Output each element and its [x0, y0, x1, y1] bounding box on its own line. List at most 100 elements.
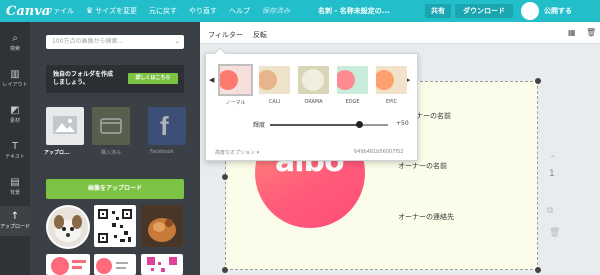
transparency-icon[interactable]: ▦ [568, 28, 576, 37]
menu-help[interactable]: ヘルプ [229, 6, 250, 16]
brightness-slider-knob[interactable] [355, 121, 363, 128]
layout-icon: ▥ [10, 69, 20, 80]
filter-cali-preview [259, 66, 290, 94]
facebook-icon: f [160, 111, 169, 141]
folder-promo: 独自のフォルダを作成 しましょう。 詳しくはこちら [46, 65, 184, 93]
resize-handle-tr[interactable] [535, 78, 541, 84]
filter-drama[interactable] [298, 66, 329, 94]
filter-epic[interactable] [376, 66, 407, 94]
menu-undo[interactable]: 元に戻す [149, 6, 177, 16]
pink-qr-image [147, 257, 177, 272]
brightness-value: +50 [396, 120, 409, 127]
tile-facebook-label: Facebook [150, 149, 174, 155]
owner-contact-text[interactable]: オーナーの連絡先 [398, 212, 454, 222]
uploaded-image-aibo-logo[interactable] [46, 254, 90, 275]
background-icon: ▤ [10, 177, 20, 188]
tile-purchased-label: 購入済み [101, 150, 122, 156]
owner-name-text-2[interactable]: オーナーの名前 [398, 161, 447, 171]
image-search-input[interactable]: 100万点の画像から検索... ⌄ [46, 35, 184, 49]
advanced-options-toggle[interactable]: 高度なオプション ▾ [215, 149, 259, 156]
caret-down-icon: ▾ [256, 150, 260, 156]
aibo-logo-thumb [51, 257, 86, 275]
menu-redo[interactable]: やり直す [189, 6, 217, 16]
share-button[interactable]: 共有 [425, 4, 451, 18]
chevron-left-icon[interactable]: ◀ [209, 76, 214, 84]
flip-button[interactable]: 反転 [253, 30, 267, 40]
nav-upload[interactable]: ↑ アップロード [0, 206, 30, 236]
nav-text[interactable]: T テキスト [0, 136, 30, 166]
filter-cali-label: CALI [268, 99, 281, 105]
filter-normal[interactable] [218, 64, 253, 96]
filter-edge-label: EDGE [345, 99, 360, 105]
duplicate-icon[interactable]: ⧉ [547, 206, 553, 216]
publish-button[interactable]: 公開する [544, 6, 572, 16]
crown-icon: ♛ [86, 6, 94, 15]
filter-popup: ◀ ▶ ノーマル CALI DRAMA EDGE EPIC 輝度 +50 高度な… [205, 47, 418, 161]
image-toolbar: フィルター 反転 ▦ 🗑 [200, 22, 600, 44]
popup-arrow [214, 47, 226, 59]
resize-handle-br[interactable] [535, 267, 541, 273]
uploaded-image-qr[interactable] [94, 205, 136, 247]
resize-handle-left[interactable] [222, 174, 228, 180]
promo-line-2: しましょう。 [53, 79, 89, 86]
filter-edge-preview [337, 66, 368, 94]
filter-epic-preview [376, 66, 407, 94]
resize-handle-bl[interactable] [222, 267, 228, 273]
uploaded-image-dog[interactable] [46, 205, 90, 249]
filter-button[interactable]: フィルター [208, 30, 243, 40]
filter-normal-label: ノーマル [225, 100, 246, 106]
uploaded-image-aibo-logo-2[interactable] [94, 254, 136, 275]
advanced-options-label: 高度なオプション [215, 150, 256, 156]
image-placeholder-icon [53, 116, 77, 134]
learn-more-button[interactable]: 詳しくはこちら [128, 73, 178, 84]
nav-search-label: 検索 [9, 46, 20, 52]
nav-layout-label: レイアウト [2, 82, 28, 88]
nav-search[interactable]: ⌕ 検索 [0, 28, 30, 58]
nav-layout[interactable]: ▥ レイアウト [0, 64, 30, 94]
filter-normal-preview [220, 66, 251, 94]
publish-toggle[interactable] [521, 2, 539, 20]
brightness-label: 輝度 [253, 122, 266, 129]
tile-uploads-label: アップロ... [44, 150, 70, 156]
trash-icon[interactable]: 🗑 [586, 28, 596, 37]
chevron-down-icon[interactable]: ⌄ [175, 35, 180, 49]
filter-drama-preview [298, 66, 329, 94]
menu-resize-label: サイズを変更 [95, 7, 137, 15]
uploaded-image-qr-pink[interactable] [141, 254, 183, 275]
download-button[interactable]: ダウンロード [455, 4, 513, 18]
dog-photo [48, 207, 88, 247]
search-icon: ⌕ [12, 33, 18, 44]
upload-image-button[interactable]: 画像をアップロード [46, 179, 184, 199]
filter-edge[interactable] [337, 66, 368, 94]
canva-logo[interactable]: Canva [6, 4, 50, 19]
qr-code-image [98, 209, 132, 243]
tile-uploads[interactable] [46, 107, 84, 145]
menu-file[interactable]: ファイル [46, 6, 74, 16]
search-placeholder: 100万点の画像から検索... [52, 38, 124, 45]
chevron-up-icon[interactable]: ⌃ [549, 155, 557, 165]
brightness-slider[interactable] [270, 121, 388, 128]
left-nav: ⌕ 検索 ▥ レイアウト ◩ 素材 T テキスト ▤ 背景 ↑ アップロード [0, 22, 30, 275]
side-panel: 100万点の画像から検索... ⌄ 独自のフォルダを作成 しましょう。 詳しくは… [30, 22, 200, 275]
tile-purchased[interactable] [92, 107, 130, 145]
nav-text-label: テキスト [5, 154, 25, 160]
filter-cali[interactable] [259, 66, 290, 94]
nav-background-label: 背景 [9, 190, 20, 196]
filter-drama-label: DRAMA [304, 99, 323, 105]
menu-resize[interactable]: ♛ サイズを変更 [86, 6, 137, 16]
promo-line-1: 独自のフォルダを作成 [53, 71, 114, 78]
upload-icon: ↑ [10, 211, 20, 222]
nav-background[interactable]: ▤ 背景 [0, 172, 30, 202]
save-status: 保存済み [261, 7, 290, 15]
nav-elements[interactable]: ◩ 素材 [0, 100, 30, 130]
card-icon [100, 118, 122, 134]
delete-page-icon[interactable]: 🗑 [549, 228, 560, 238]
elements-icon: ◩ [10, 105, 20, 116]
document-name[interactable]: 名刺 - 名称未設定の... [318, 6, 390, 16]
tile-facebook[interactable]: f [148, 107, 186, 145]
promo-text: 独自のフォルダを作成 しましょう。 [53, 71, 113, 87]
uploaded-image-robot-dog[interactable] [141, 205, 183, 247]
filter-code[interactable]: 649b481b56007f52 [354, 149, 403, 155]
nav-elements-label: 素材 [9, 118, 20, 124]
brightness-slider-fill [270, 124, 359, 126]
